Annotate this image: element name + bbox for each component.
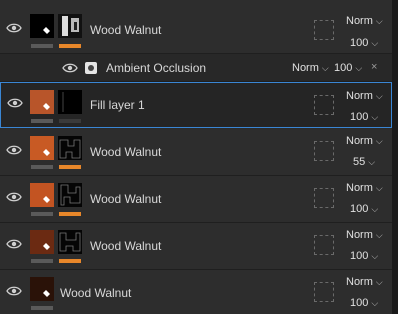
mask-thumbnail[interactable] bbox=[58, 90, 82, 114]
opacity-select[interactable]: 100 ⌵ bbox=[350, 297, 378, 309]
material-thumbnail[interactable] bbox=[30, 183, 54, 207]
eye-icon[interactable] bbox=[6, 144, 22, 156]
layer-row-1[interactable]: Wood Walnut Norm ⌵ 100 ⌵ bbox=[0, 0, 392, 54]
chevron-down-icon: ⌵ bbox=[375, 136, 383, 146]
layer-preview-slot bbox=[314, 282, 334, 302]
mask-thumbnail[interactable] bbox=[58, 136, 82, 160]
mask-indicator bbox=[59, 119, 81, 123]
chevron-down-icon: ⌵ bbox=[375, 183, 383, 193]
close-icon[interactable]: × bbox=[371, 61, 377, 73]
mask-thumbnail[interactable] bbox=[58, 230, 82, 254]
thumbnail-indicator bbox=[31, 259, 53, 263]
eye-icon[interactable] bbox=[6, 22, 22, 34]
opacity-select[interactable]: 100 ⌵ bbox=[350, 203, 378, 215]
chevron-down-icon: ⌵ bbox=[375, 91, 383, 101]
chevron-down-icon: ⌵ bbox=[375, 277, 383, 287]
layers-panel: Wood Walnut Norm ⌵ 100 ⌵ Ambient Occlusion… bbox=[0, 0, 398, 314]
layer-preview-slot bbox=[314, 235, 334, 255]
mask-indicator bbox=[59, 212, 81, 216]
chevron-down-icon: ⌵ bbox=[371, 38, 379, 48]
layer-preview-slot bbox=[314, 188, 334, 208]
blend-mode-select[interactable]: Norm ⌵ bbox=[346, 276, 383, 288]
blend-mode-select[interactable]: Norm ⌵ bbox=[346, 90, 383, 102]
opacity-select[interactable]: 55 ⌵ bbox=[353, 156, 375, 168]
thumbnail-indicator bbox=[31, 165, 53, 169]
effect-row-ambient-occlusion[interactable]: Ambient Occlusion Norm ⌵ 100 ⌵ × bbox=[0, 54, 392, 82]
eye-icon[interactable] bbox=[7, 97, 23, 109]
opacity-select[interactable]: 100 ⌵ bbox=[334, 62, 362, 74]
layer-name[interactable]: Fill layer 1 bbox=[90, 98, 145, 112]
mask-indicator bbox=[59, 165, 81, 169]
effect-name[interactable]: Ambient Occlusion bbox=[106, 61, 206, 75]
layer-name[interactable]: Wood Walnut bbox=[90, 145, 161, 159]
layer-row-4[interactable]: Wood Walnut Norm ⌵ 100 ⌵ bbox=[0, 176, 392, 223]
chevron-down-icon: ⌵ bbox=[321, 63, 329, 73]
layer-row-6[interactable]: Wood Walnut Norm ⌵ 100 ⌵ bbox=[0, 270, 392, 314]
eye-icon[interactable] bbox=[6, 238, 22, 250]
mask-indicator bbox=[59, 44, 81, 48]
mask-thumbnail[interactable] bbox=[58, 14, 82, 38]
material-thumbnail[interactable] bbox=[30, 230, 54, 254]
thumbnail-indicator bbox=[31, 306, 53, 310]
chevron-down-icon: ⌵ bbox=[355, 63, 363, 73]
layer-name[interactable]: Wood Walnut bbox=[90, 239, 161, 253]
eye-icon[interactable] bbox=[6, 191, 22, 203]
thumbnail-indicator bbox=[31, 119, 53, 123]
opacity-select[interactable]: 100 ⌵ bbox=[350, 250, 378, 262]
material-thumbnail[interactable] bbox=[30, 277, 54, 301]
thumbnail-indicator bbox=[31, 212, 53, 216]
mask-indicator bbox=[59, 259, 81, 263]
blend-mode-select[interactable]: Norm ⌵ bbox=[346, 182, 383, 194]
mask-thumbnail[interactable] bbox=[58, 183, 82, 207]
eye-icon[interactable] bbox=[6, 285, 22, 297]
layer-row-2[interactable]: Fill layer 1 Norm ⌵ 100 ⌵ bbox=[0, 82, 392, 128]
blend-mode-select[interactable]: Norm ⌵ bbox=[292, 62, 329, 74]
blend-mode-select[interactable]: Norm ⌵ bbox=[346, 229, 383, 241]
material-thumbnail[interactable] bbox=[30, 14, 54, 38]
eye-icon[interactable] bbox=[62, 62, 78, 74]
chevron-down-icon: ⌵ bbox=[375, 16, 383, 26]
chevron-down-icon: ⌵ bbox=[371, 112, 379, 122]
chevron-down-icon: ⌵ bbox=[368, 157, 376, 167]
layer-name[interactable]: Wood Walnut bbox=[90, 23, 161, 37]
opacity-select[interactable]: 100 ⌵ bbox=[350, 37, 378, 49]
blend-mode-select[interactable]: Norm ⌵ bbox=[346, 15, 383, 27]
blend-mode-select[interactable]: Norm ⌵ bbox=[346, 135, 383, 147]
ambient-occlusion-icon bbox=[85, 62, 97, 74]
layer-name[interactable]: Wood Walnut bbox=[60, 286, 131, 300]
layer-preview-slot bbox=[314, 20, 334, 40]
material-thumbnail[interactable] bbox=[30, 90, 54, 114]
thumbnail-indicator bbox=[31, 44, 53, 48]
layer-preview-slot bbox=[314, 95, 334, 115]
layer-name[interactable]: Wood Walnut bbox=[90, 192, 161, 206]
chevron-down-icon: ⌵ bbox=[371, 204, 379, 214]
opacity-select[interactable]: 100 ⌵ bbox=[350, 111, 378, 123]
material-thumbnail[interactable] bbox=[30, 136, 54, 160]
scrollbar[interactable] bbox=[392, 0, 398, 314]
layer-row-3[interactable]: Wood Walnut Norm ⌵ 55 ⌵ bbox=[0, 129, 392, 176]
chevron-down-icon: ⌵ bbox=[375, 230, 383, 240]
chevron-down-icon: ⌵ bbox=[371, 298, 379, 308]
layer-preview-slot bbox=[314, 141, 334, 161]
layer-row-5[interactable]: Wood Walnut Norm ⌵ 100 ⌵ bbox=[0, 223, 392, 270]
chevron-down-icon: ⌵ bbox=[371, 251, 379, 261]
